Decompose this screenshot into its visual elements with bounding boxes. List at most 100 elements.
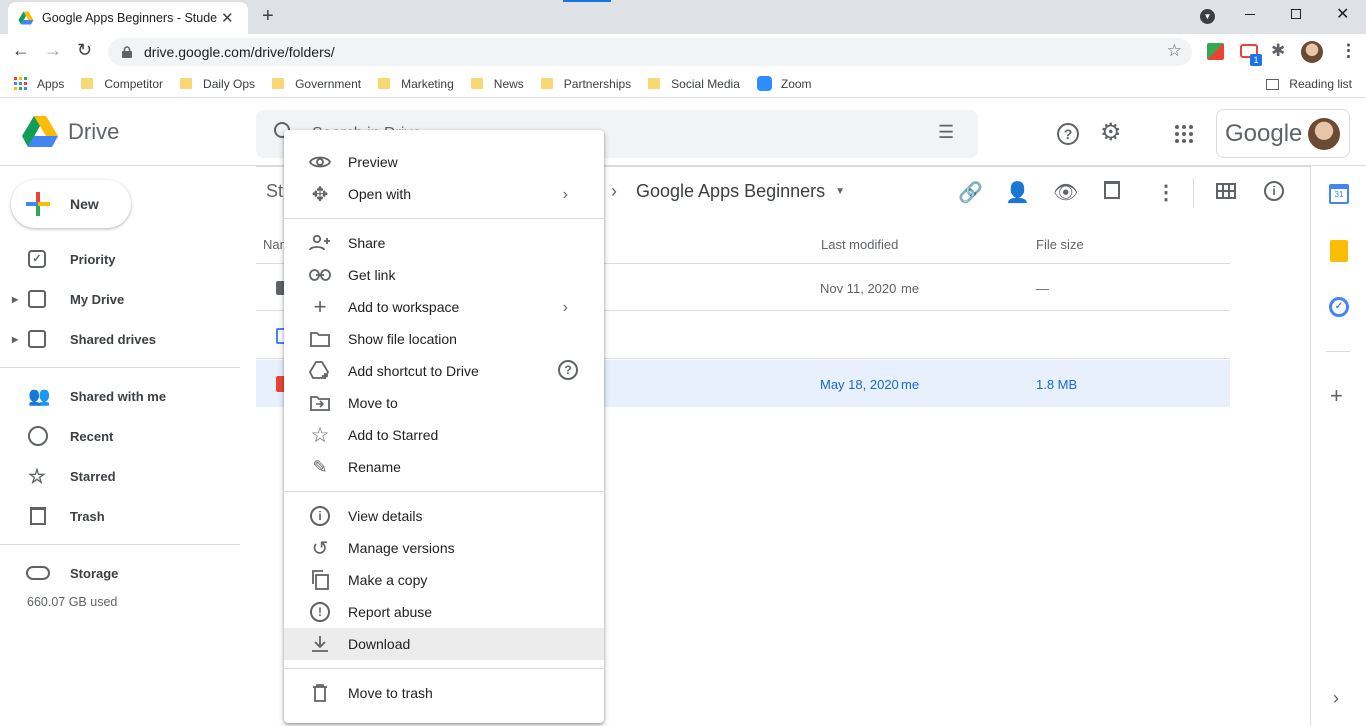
reading-list[interactable]: Reading list — [1266, 77, 1352, 91]
bookmark-star-icon[interactable]: ☆ — [1167, 41, 1182, 61]
settings-gear-icon[interactable]: ⚙ — [1100, 118, 1122, 147]
bookmark-apps[interactable]: Apps — [14, 77, 64, 91]
bookmark-news[interactable]: News — [470, 77, 524, 91]
bookmark-marketing[interactable]: Marketing — [378, 77, 454, 91]
tasks-addon-icon[interactable]: ✓ — [1329, 297, 1349, 317]
sidebar-item-trash[interactable]: Trash — [0, 496, 240, 536]
drive-logo[interactable]: Drive — [22, 116, 119, 148]
side-panel-divider — [1310, 166, 1311, 726]
breadcrumb-current[interactable]: Google Apps Beginners ▼ — [636, 181, 845, 202]
menu-item-rename[interactable]: ✎ Rename — [284, 451, 604, 483]
more-actions-icon[interactable]: ⋮ — [1156, 180, 1176, 205]
sidebar-nav: ✓ Priority ▶ My Drive ▶ Shared drives 👥 Shar… — [0, 239, 240, 609]
expand-arrow-icon[interactable]: ▶ — [12, 335, 28, 344]
drive-shortcut-icon — [308, 359, 332, 383]
cloud-icon — [26, 566, 50, 580]
menu-item-manage-versions[interactable]: ↺ Manage versions — [284, 532, 604, 564]
browser-tab[interactable]: Google Apps Beginners - Student ✕ — [8, 2, 248, 34]
alert-icon: ! — [308, 600, 332, 624]
app-name: Drive — [68, 119, 120, 144]
reading-list-icon — [1266, 78, 1280, 90]
sidebar-item-my-drive[interactable]: ▶ My Drive — [0, 279, 240, 319]
bookmark-partnerships[interactable]: Partnerships — [540, 76, 632, 91]
help-circle-icon[interactable]: ? — [558, 360, 578, 380]
expand-panel-chevron-icon[interactable]: › — [1333, 688, 1339, 709]
menu-item-label: Preview — [348, 154, 398, 170]
modified-by: me — [901, 281, 920, 296]
history-icon: ↺ — [311, 537, 329, 560]
chrome-menu-icon[interactable]: ⋮ — [1340, 41, 1357, 61]
info-icon: i — [308, 504, 332, 528]
folder-icon — [540, 78, 553, 89]
menu-item-view-details[interactable]: i View details — [284, 500, 604, 532]
breadcrumb-chevron-icon: › — [611, 181, 617, 201]
new-button[interactable]: New — [11, 180, 131, 228]
search-options-icon[interactable]: ☰ — [938, 122, 954, 143]
menu-item-add-to-starred[interactable]: ☆ Add to Starred — [284, 419, 604, 451]
new-tab-icon[interactable]: + — [262, 5, 274, 28]
menu-item-download[interactable]: Download — [284, 628, 604, 660]
column-header-last-modified[interactable]: Last modified — [821, 237, 898, 252]
menu-item-add-shortcut[interactable]: Add shortcut to Drive ? — [284, 355, 604, 387]
bookmark-competitor[interactable]: Competitor — [81, 77, 163, 91]
bookmark-zoom[interactable]: Zoom — [756, 76, 812, 91]
google-account-button[interactable]: Google — [1216, 109, 1350, 158]
drive-favicon-icon — [18, 11, 34, 25]
menu-divider — [284, 218, 604, 219]
get-link-icon[interactable]: 🔗 — [958, 180, 983, 205]
get-addons-plus-icon[interactable]: + — [1330, 383, 1343, 409]
grid-view-icon[interactable] — [1216, 183, 1236, 199]
close-window-icon[interactable]: ✕ — [1336, 4, 1349, 24]
keep-addon-icon[interactable] — [1330, 240, 1348, 262]
minimize-icon[interactable] — [1245, 14, 1255, 15]
profile-avatar[interactable] — [1301, 41, 1323, 63]
help-icon[interactable]: ? — [1057, 123, 1079, 145]
menu-item-label: Rename — [348, 459, 401, 475]
sidebar-item-shared-drives[interactable]: ▶ Shared drives — [0, 319, 240, 359]
sidebar-item-priority[interactable]: ✓ Priority — [0, 239, 240, 279]
star-icon: ☆ — [28, 465, 46, 488]
address-bar[interactable]: drive.google.com/drive/folders/ ☆ — [108, 38, 1192, 66]
extensions-puzzle-icon[interactable]: ✱ — [1271, 41, 1285, 61]
forward-icon[interactable]: → — [44, 40, 62, 61]
extension-icon-1[interactable] — [1207, 43, 1224, 60]
menu-item-open-with[interactable]: ✥ Open with › — [284, 178, 604, 210]
expand-arrow-icon[interactable]: ▶ — [12, 295, 28, 304]
column-header-file-size[interactable]: File size — [1036, 237, 1084, 252]
google-apps-icon[interactable] — [1175, 125, 1193, 143]
menu-item-preview[interactable]: Preview — [284, 146, 604, 178]
sidebar-item-storage[interactable]: Storage — [0, 553, 240, 593]
menu-item-share[interactable]: Share — [284, 227, 604, 259]
details-info-icon[interactable]: i — [1264, 181, 1284, 201]
tab-search-icon[interactable]: ▼ — [1200, 9, 1215, 24]
preview-icon[interactable]: 👁 — [1053, 180, 1078, 205]
reload-icon[interactable]: ↻ — [77, 40, 92, 61]
url-text: drive.google.com/drive/folders/ — [144, 44, 335, 60]
menu-item-add-to-workspace[interactable]: + Add to workspace › — [284, 291, 604, 323]
menu-item-move-to[interactable]: Move to — [284, 387, 604, 419]
close-tab-icon[interactable]: ✕ — [221, 9, 234, 27]
sidebar-item-starred[interactable]: ☆ Starred — [0, 456, 240, 496]
my-drive-icon — [28, 290, 46, 308]
menu-item-get-link[interactable]: Get link — [284, 259, 604, 291]
plus-icon: + — [313, 294, 327, 319]
menu-item-make-a-copy[interactable]: Make a copy — [284, 564, 604, 596]
sidebar-item-shared-with-me[interactable]: 👥 Shared with me — [0, 376, 240, 416]
back-icon[interactable]: ← — [12, 40, 30, 61]
calendar-addon-icon[interactable]: 31 — [1329, 184, 1349, 204]
sidebar-item-recent[interactable]: Recent — [0, 416, 240, 456]
restore-icon[interactable] — [1291, 9, 1301, 19]
menu-item-show-file-location[interactable]: Show file location — [284, 323, 604, 355]
menu-item-move-to-trash[interactable]: Move to trash — [284, 677, 604, 709]
bookmark-social-media[interactable]: Social Media — [648, 77, 740, 91]
share-icon[interactable]: 👤 — [1005, 180, 1030, 205]
bookmark-government[interactable]: Government — [272, 77, 361, 91]
bookmark-daily-ops[interactable]: Daily Ops — [180, 77, 255, 91]
modified-by: me — [901, 377, 920, 392]
remove-icon[interactable] — [1104, 181, 1120, 199]
shared-drives-icon — [28, 330, 46, 348]
sidebar-label: Shared drives — [70, 331, 156, 347]
menu-item-report-abuse[interactable]: ! Report abuse — [284, 596, 604, 628]
bookmark-label: Partnerships — [563, 76, 632, 91]
folder-icon — [648, 78, 661, 89]
